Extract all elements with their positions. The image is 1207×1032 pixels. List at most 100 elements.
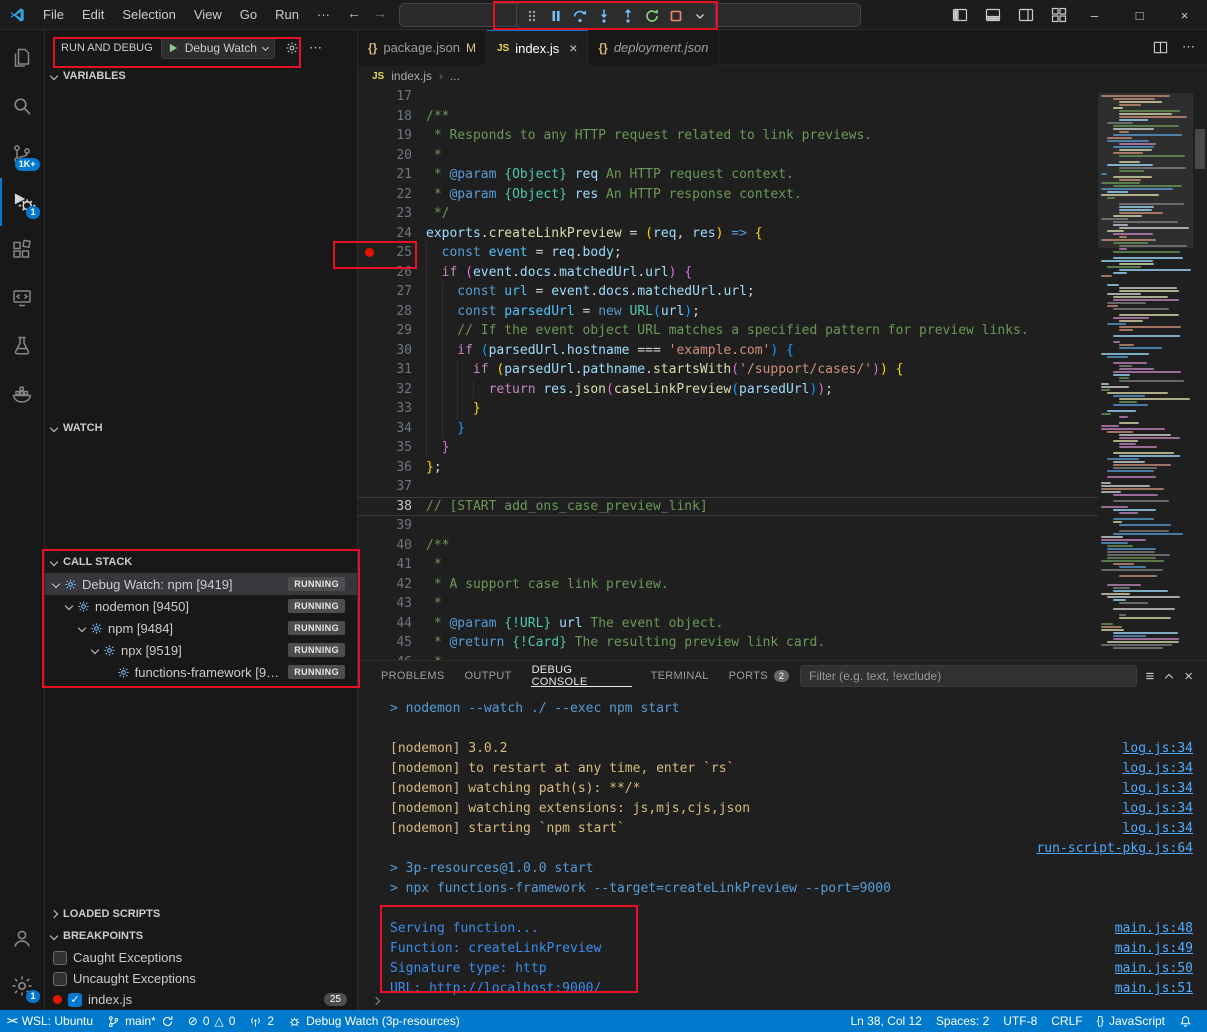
panel-tab-terminal[interactable]: TERMINAL	[642, 661, 718, 691]
debug-step-out-icon[interactable]	[617, 5, 639, 27]
layout-panel-icon[interactable]	[985, 7, 1001, 23]
breakpoint-checkbox[interactable]	[53, 972, 67, 986]
code-line[interactable]: 25const event = req.body;	[358, 243, 1098, 263]
gutter-glyph-margin[interactable]	[358, 555, 380, 575]
line-number[interactable]: 42	[380, 575, 412, 595]
line-number[interactable]: 29	[380, 321, 412, 341]
line-number[interactable]: 35	[380, 438, 412, 458]
breadcrumb-more[interactable]: ...	[450, 69, 460, 83]
code-line[interactable]: 28const parsedUrl = new URL(url);	[358, 302, 1098, 322]
code-text[interactable]: */	[412, 204, 1098, 224]
code-line[interactable]: 18/**	[358, 107, 1098, 127]
source-link[interactable]: log.js:34	[1123, 779, 1193, 799]
breakpoint-item[interactable]: Caught Exceptions	[45, 947, 357, 968]
code-text[interactable]: return res.json(caseLinkPreview(parsedUr…	[412, 380, 1098, 400]
code-line[interactable]: 41 *	[358, 555, 1098, 575]
line-number[interactable]: 17	[380, 87, 412, 107]
status-problems[interactable]: ⊘0△0	[181, 1010, 243, 1032]
debug-stop-icon[interactable]	[665, 5, 687, 27]
menu-view[interactable]: View	[185, 7, 231, 22]
code-text[interactable]: * Responds to any HTTP request related t…	[412, 126, 1098, 146]
code-text[interactable]: * A support case link preview.	[412, 575, 1098, 595]
editor-more-actions-icon[interactable]: ⋯	[1182, 39, 1195, 55]
line-number[interactable]: 39	[380, 516, 412, 536]
code-line[interactable]: 43 *	[358, 594, 1098, 614]
line-number[interactable]: 27	[380, 282, 412, 302]
code-text[interactable]: const url = event.docs.matchedUrl.url;	[412, 282, 1098, 302]
code-line[interactable]: 22 * @param {Object} res An HTTP respons…	[358, 185, 1098, 205]
code-line[interactable]: 20 *	[358, 146, 1098, 166]
gutter-glyph-margin[interactable]	[358, 263, 380, 283]
debug-chevron-down-icon[interactable]	[689, 5, 711, 27]
menu-more[interactable]: ···	[308, 7, 339, 22]
menu-go[interactable]: Go	[231, 7, 266, 22]
gutter-glyph-margin[interactable]	[358, 185, 380, 205]
code-text[interactable]: *	[412, 555, 1098, 575]
line-number[interactable]: 19	[380, 126, 412, 146]
tab-package.json[interactable]: {}package.jsonM	[358, 30, 487, 65]
code-text[interactable]: * @param {Object} res An HTTP response c…	[412, 185, 1098, 205]
code-text[interactable]: // If the event object URL matches a spe…	[412, 321, 1098, 341]
status-ports-forwarded[interactable]: 2	[242, 1010, 281, 1032]
gutter-glyph-margin[interactable]	[358, 165, 380, 185]
code-line[interactable]: 33}	[358, 399, 1098, 419]
activity-accounts[interactable]	[0, 914, 45, 962]
line-number[interactable]: 37	[380, 477, 412, 497]
line-number[interactable]: 44	[380, 614, 412, 634]
panel-tab-problems[interactable]: PROBLEMS	[372, 661, 454, 691]
gutter-glyph-margin[interactable]	[358, 243, 380, 263]
code-line[interactable]: 26if (event.docs.matchedUrl.url) {	[358, 263, 1098, 283]
debug-restart-icon[interactable]	[641, 5, 663, 27]
debug-pause-icon[interactable]	[545, 5, 567, 27]
gutter-glyph-margin[interactable]	[358, 224, 380, 244]
editor-scrollbar[interactable]	[1193, 87, 1207, 660]
code-text[interactable]: if (parsedUrl.hostname === 'example.com'…	[412, 341, 1098, 361]
breakpoint-checkbox[interactable]	[53, 951, 67, 965]
code-line[interactable]: 37	[358, 477, 1098, 497]
line-number[interactable]: 36	[380, 458, 412, 478]
call-stack-item[interactable]: Debug Watch: npm [9419]RUNNING	[45, 573, 357, 595]
split-editor-icon[interactable]	[1153, 40, 1168, 55]
activity-explorer[interactable]	[0, 34, 45, 82]
gutter-glyph-margin[interactable]	[358, 614, 380, 634]
code-line[interactable]: 30if (parsedUrl.hostname === 'example.co…	[358, 341, 1098, 361]
call-stack-item[interactable]: functions-framework [954...RUNNING	[45, 661, 357, 683]
gutter-glyph-margin[interactable]	[358, 87, 380, 107]
code-text[interactable]: if (parsedUrl.pathname.startsWith('/supp…	[412, 360, 1098, 380]
line-number[interactable]: 26	[380, 263, 412, 283]
breakpoint-item[interactable]: Uncaught Exceptions	[45, 968, 357, 989]
code-line[interactable]: 31if (parsedUrl.pathname.startsWith('/su…	[358, 360, 1098, 380]
gutter-glyph-margin[interactable]	[358, 282, 380, 302]
gutter-glyph-margin[interactable]	[358, 498, 380, 516]
gutter-glyph-margin[interactable]	[358, 419, 380, 439]
line-number[interactable]: 41	[380, 555, 412, 575]
source-link[interactable]: main.js:48	[1115, 919, 1193, 939]
line-number[interactable]: 38	[380, 498, 412, 516]
nav-forward-icon[interactable]: →	[373, 5, 387, 21]
status-language-mode[interactable]: {}JavaScript	[1090, 1010, 1172, 1032]
code-line[interactable]: 17	[358, 87, 1098, 107]
gutter-glyph-margin[interactable]	[358, 302, 380, 322]
line-number[interactable]: 21	[380, 165, 412, 185]
breakpoint-checkbox[interactable]: ✓	[68, 993, 82, 1007]
status-remote-indicator[interactable]: ><WSL: Ubuntu	[0, 1010, 100, 1032]
gutter-glyph-margin[interactable]	[358, 204, 380, 224]
gutter-glyph-margin[interactable]	[358, 516, 380, 536]
code-text[interactable]	[412, 87, 1098, 107]
gutter-glyph-margin[interactable]	[358, 536, 380, 556]
gutter-glyph-margin[interactable]	[358, 458, 380, 478]
gutter-glyph-margin[interactable]	[358, 146, 380, 166]
code-line[interactable]: 23 */	[358, 204, 1098, 224]
code-text[interactable]: * @param {!URL} url The event object.	[412, 614, 1098, 634]
start-debug-icon[interactable]	[168, 42, 179, 54]
status-git-branch[interactable]: main*	[100, 1010, 181, 1032]
line-number[interactable]: 33	[380, 399, 412, 419]
code-line[interactable]: 27const url = event.docs.matchedUrl.url;	[358, 282, 1098, 302]
sidebar-more-actions-icon[interactable]: ⋯	[309, 40, 322, 56]
breakpoint-item[interactable]: ✓index.js25	[45, 989, 357, 1010]
code-line[interactable]: 39	[358, 516, 1098, 536]
console-prompt-chevron[interactable]	[373, 992, 379, 1007]
source-link[interactable]: run-script-pkg.js:64	[1036, 839, 1193, 859]
gutter-glyph-margin[interactable]	[358, 633, 380, 653]
code-line[interactable]: 34}	[358, 419, 1098, 439]
